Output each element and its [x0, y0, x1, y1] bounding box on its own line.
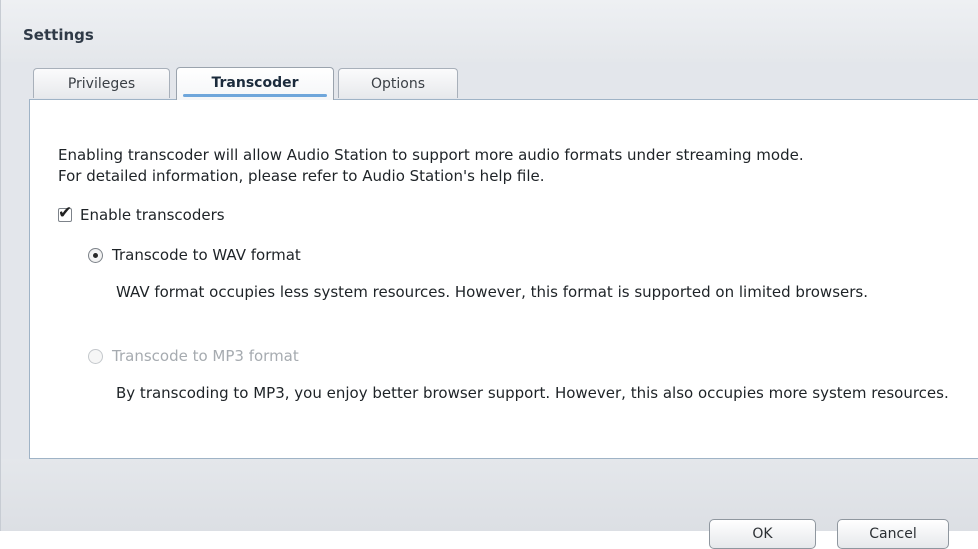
enable-transcoders-row[interactable]: ✔ Enable transcoders	[58, 203, 225, 226]
title-bar: Settings	[1, 0, 978, 62]
enable-transcoders-label[interactable]: Enable transcoders	[80, 206, 225, 224]
tab-privileges[interactable]: Privileges	[33, 68, 170, 98]
transcode-mp3-label: Transcode to MP3 format	[112, 347, 299, 365]
ok-button[interactable]: OK	[709, 519, 816, 549]
dialog-footer	[1, 459, 978, 531]
mp3-note: By transcoding to MP3, you enjoy better …	[116, 384, 949, 402]
transcoder-panel: Enabling transcoder will allow Audio Sta…	[29, 99, 978, 459]
transcode-mp3-option: Transcode to MP3 format	[88, 345, 299, 367]
description-line-2: For detailed information, please refer t…	[58, 167, 545, 185]
checkmark-icon: ✔	[58, 203, 73, 223]
settings-dialog: Settings Privileges Transcoder Options E…	[0, 0, 978, 549]
radio-dot-icon	[93, 252, 98, 258]
tab-transcoder[interactable]: Transcoder	[176, 67, 334, 100]
transcode-wav-label[interactable]: Transcode to WAV format	[112, 246, 301, 264]
transcoder-description: Enabling transcoder will allow Audio Sta…	[58, 145, 958, 187]
description-line-1: Enabling transcoder will allow Audio Sta…	[58, 146, 804, 164]
radio-selected-icon[interactable]	[88, 247, 103, 263]
tab-options[interactable]: Options	[338, 68, 458, 98]
cancel-button[interactable]: Cancel	[837, 519, 949, 549]
transcode-wav-option[interactable]: Transcode to WAV format	[88, 244, 301, 266]
radio-unselected-icon	[88, 348, 103, 364]
wav-note: WAV format occupies less system resource…	[116, 283, 868, 301]
dialog-title: Settings	[23, 26, 94, 44]
checkbox-checked-icon[interactable]: ✔	[58, 203, 72, 223]
